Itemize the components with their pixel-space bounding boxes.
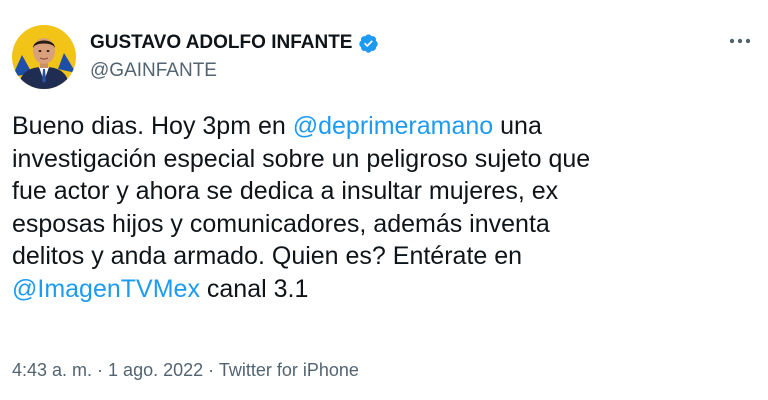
- tweet-text-line: @ImagenTVMex canal 3.1: [12, 273, 752, 306]
- tweet-time[interactable]: 4:43 a. m.: [12, 360, 92, 380]
- tweet-text-line: esposas hijos y comunicadores, además in…: [12, 208, 752, 241]
- tweet-text-line: Bueno dias. Hoy 3pm en @deprimeramano un…: [12, 110, 752, 143]
- tweet-text-segment: Bueno dias. Hoy 3pm en: [12, 112, 293, 140]
- tweet-card: GUSTAVO ADOLFO INFANTE @GAINFANTE Bueno …: [0, 0, 768, 400]
- mention-link[interactable]: @deprimeramano: [293, 112, 493, 140]
- avatar[interactable]: [12, 25, 76, 89]
- meta-separator: ·: [92, 360, 109, 380]
- tweet-date[interactable]: 1 ago. 2022: [108, 360, 203, 380]
- tweet-text-segment: esposas hijos y comunicadores, además in…: [12, 209, 550, 238]
- tweet-text-line: investigación especial sobre un peligros…: [12, 143, 752, 176]
- tweet-metadata: 4:43 a. m. · 1 ago. 2022 · Twitter for i…: [12, 360, 359, 381]
- mention-link[interactable]: @ImagenTVMex: [12, 275, 200, 303]
- tweet-text-segment: una: [493, 112, 542, 140]
- tweet-text-segment: investigación especial sobre un peligros…: [12, 144, 591, 173]
- user-handle[interactable]: @GAINFANTE: [90, 60, 379, 82]
- name-row: GUSTAVO ADOLFO INFANTE: [90, 31, 379, 55]
- avatar-image: [12, 25, 76, 89]
- author-info: GUSTAVO ADOLFO INFANTE @GAINFANTE: [90, 31, 379, 82]
- display-name[interactable]: GUSTAVO ADOLFO INFANTE: [90, 32, 352, 54]
- tweet-source[interactable]: Twitter for iPhone: [219, 360, 359, 380]
- tweet-text: Bueno dias. Hoy 3pm en @deprimeramano un…: [12, 110, 752, 305]
- tweet-text-segment: canal 3.1: [199, 274, 309, 303]
- tweet-text-segment: delitos y anda armado. Quien es? Entérat…: [12, 242, 523, 270]
- tweet-text-line: fue actor y ahora se dedica a insultar m…: [12, 175, 752, 208]
- verified-badge-icon: [358, 33, 379, 54]
- tweet-text-line: delitos y anda armado. Quien es? Entérat…: [12, 240, 752, 273]
- tweet-text-segment: fue actor y ahora se dedica a insultar m…: [12, 177, 559, 205]
- ellipsis-icon[interactable]: [726, 30, 754, 52]
- meta-separator: ·: [203, 360, 219, 380]
